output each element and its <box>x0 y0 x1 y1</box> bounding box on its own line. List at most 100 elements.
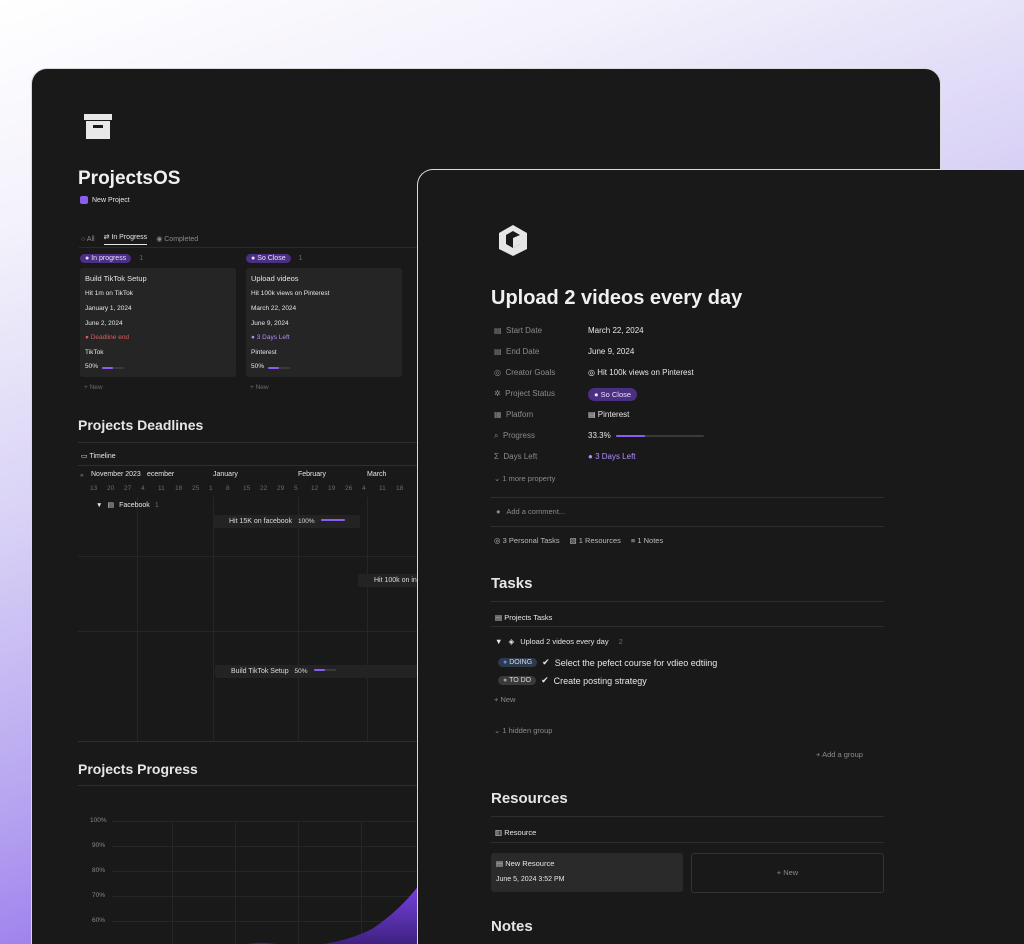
y-tick-label: 80% <box>92 867 106 874</box>
month-label: January <box>213 471 238 478</box>
task-row[interactable]: ● TO DO ✔ Create posting strategy <box>498 675 647 686</box>
card-platform: Pinterest <box>251 349 277 356</box>
target-icon: ◎ <box>588 368 595 377</box>
task-status-badge[interactable]: ● TO DO <box>498 676 537 685</box>
timeline-group-facebook[interactable]: ▼ ▤ Facebook 1 <box>96 501 159 510</box>
task-status-badge[interactable]: ● DOING <box>498 658 538 667</box>
property-days-left[interactable]: Σ Days Left <box>494 452 537 461</box>
status-badge: ● In progress <box>80 254 132 263</box>
y-tick-label: 60% <box>92 917 106 924</box>
resource-view-tab[interactable]: ▥ Resource <box>495 828 536 837</box>
property-start-date[interactable]: ▤ Start Date <box>494 326 542 335</box>
resource-card-date: June 5, 2024 3:52 PM <box>496 876 565 883</box>
timeline-bar[interactable]: Build TikTok Setup 50% <box>215 665 425 678</box>
page-title: Upload 2 videos every day <box>491 287 743 309</box>
divider <box>491 816 884 817</box>
add-group-button[interactable]: + Add a group <box>816 750 863 759</box>
tab-completed[interactable]: ◉ Completed <box>156 235 198 243</box>
tab-all[interactable]: ○ All <box>81 236 95 243</box>
sigma-icon: Σ <box>494 452 499 461</box>
gridline <box>172 821 173 944</box>
card-platform: TikTok <box>85 349 104 356</box>
property-value[interactable]: June 9, 2024 <box>588 347 634 356</box>
related-resources-link[interactable]: ▧ 1 Resources <box>570 536 621 545</box>
page-title: ProjectsOS <box>78 168 181 189</box>
timeline-bar[interactable]: Hit 15K on facebook 100% <box>213 515 360 528</box>
calendar-icon: ▤ <box>494 347 502 356</box>
property-value[interactable]: ◎ Hit 100k views on Pinterest <box>588 368 694 377</box>
comment-input[interactable]: ● Add a comment... <box>496 507 565 516</box>
timeline-gridline <box>367 497 368 741</box>
month-label: February <box>298 471 327 478</box>
day-tick-label: 27 <box>124 485 132 492</box>
caret-down-icon: ▼ <box>96 501 103 509</box>
property-end-date[interactable]: ▤ End Date <box>494 347 539 356</box>
timeline-progress-bar <box>320 519 345 521</box>
tasks-view-tab[interactable]: ▤ Projects Tasks <box>495 613 552 622</box>
property-platform[interactable]: ▦ Platfom <box>494 410 533 419</box>
property-value[interactable]: 33.3% <box>588 431 611 440</box>
table-icon: ▤ <box>495 613 503 622</box>
calendar-icon: ▤ <box>588 410 596 419</box>
add-resource-button[interactable]: + New <box>691 853 884 893</box>
status-badge: ● So Close <box>246 254 291 263</box>
section-heading-tasks: Tasks <box>491 575 533 592</box>
day-tick-label: 8 <box>226 485 230 492</box>
new-project-button[interactable]: New Project <box>80 196 130 204</box>
property-value[interactable]: ▤ Pinterest <box>588 410 629 419</box>
section-heading-notes: Notes <box>491 918 533 935</box>
divider <box>78 442 418 443</box>
add-task-button[interactable]: + New <box>494 695 515 704</box>
cube-icon: ◈ <box>508 637 515 646</box>
day-tick-label: 18 <box>175 485 183 492</box>
divider <box>491 526 884 527</box>
check-circle-icon: ✔ <box>542 657 550 667</box>
card-end-date: June 2, 2024 <box>85 320 123 327</box>
divider <box>491 497 884 498</box>
card-progress-label: 50% <box>251 363 265 370</box>
day-tick-label: 13 <box>90 485 98 492</box>
card-progress-bar <box>102 367 124 369</box>
status-badge[interactable]: ● So Close <box>588 388 638 401</box>
resource-card-title: ▤ New Resource <box>496 859 555 868</box>
board-group-header-so-close: ● So Close 1 <box>246 254 303 263</box>
hidden-group-toggle[interactable]: ⌄ 1 hidden group <box>494 726 552 735</box>
board-card[interactable]: Build TikTok Setup Hit 1m on TikTok Janu… <box>80 268 236 377</box>
day-tick-label: 22 <box>260 485 268 492</box>
platform-icon: ▦ <box>494 410 502 419</box>
card-goal: Hit 1m on TikTok <box>85 290 134 297</box>
timeline-gridline <box>213 497 214 741</box>
related-tasks-link[interactable]: ◎ 3 Personal Tasks <box>494 536 560 545</box>
property-progress[interactable]: ⌕ Progress <box>494 431 535 441</box>
property-project-status[interactable]: ✲ Project Status <box>494 389 555 398</box>
property-value[interactable]: March 22, 2024 <box>588 326 644 335</box>
add-card-button[interactable]: + New <box>250 384 269 391</box>
y-tick-label: 90% <box>92 842 106 849</box>
property-creator-goals[interactable]: ◎ Creator Goals <box>494 368 555 377</box>
tab-in-progress[interactable]: ⇄ In Progress <box>103 233 148 245</box>
add-card-button[interactable]: + New <box>84 384 103 391</box>
day-tick-label: 18 <box>396 485 404 492</box>
day-tick-label: 1 <box>209 485 213 492</box>
progress-area <box>247 881 422 944</box>
timeline-scroll-icon[interactable]: » <box>80 472 84 479</box>
gridline <box>112 821 422 822</box>
task-group-header[interactable]: ▼ ◈ Upload 2 videos every day 2 <box>495 637 623 646</box>
timeline-view-tab[interactable]: ▭ Timeline <box>81 452 116 460</box>
resource-card[interactable]: ▤ New Resource June 5, 2024 3:52 PM <box>491 853 683 892</box>
card-status: ● Deadline end <box>85 334 130 341</box>
view-tabs: ○ All ⇄ In Progress ◉ Completed <box>81 233 198 245</box>
y-tick-label: 100% <box>90 817 107 824</box>
related-notes-link[interactable]: ≡ 1 Notes <box>631 536 663 545</box>
divider <box>491 626 884 627</box>
stack-icon: ▥ <box>495 828 503 837</box>
task-row[interactable]: ● DOING ✔ Select the pefect course for v… <box>498 657 717 668</box>
section-heading-progress: Projects Progress <box>78 761 198 777</box>
day-tick-label: 11 <box>158 485 165 492</box>
board-group-header-in-progress: ● In progress 1 <box>80 254 143 263</box>
property-value[interactable]: ● 3 Days Left <box>588 452 636 461</box>
timeline-progress-bar <box>313 669 336 671</box>
more-property-toggle[interactable]: ⌄ 1 more property <box>494 474 555 483</box>
board-card[interactable]: Upload videos Hit 100k views on Pinteres… <box>246 268 402 377</box>
day-tick-label: 25 <box>192 485 200 492</box>
